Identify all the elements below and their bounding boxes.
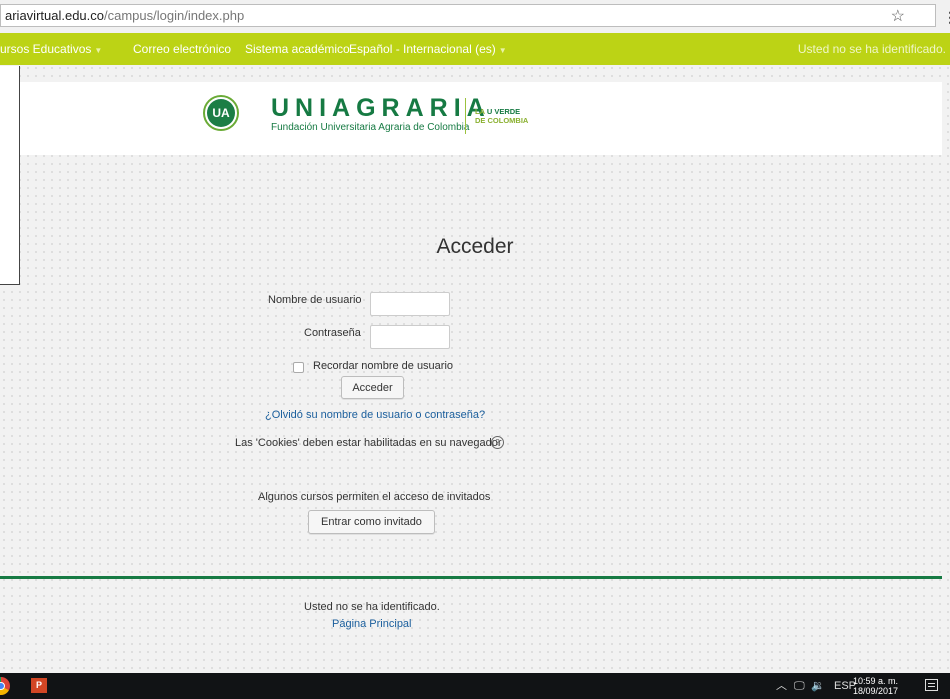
- clock-time: 10:59 a. m.: [853, 676, 899, 686]
- url-host: ariavirtual.edu.co: [5, 8, 104, 23]
- brand-subtitle: Fundación Universitaria Agraria de Colom…: [271, 122, 470, 133]
- login-button[interactable]: Acceder: [341, 376, 404, 399]
- username-label: Nombre de usuario: [268, 294, 362, 306]
- login-status: Usted no se ha identificado.: [797, 42, 946, 56]
- username-input[interactable]: [370, 292, 450, 316]
- remember-username-checkbox[interactable]: [293, 362, 304, 373]
- volume-icon[interactable]: 🔉: [811, 673, 825, 699]
- clock[interactable]: 10:59 a. m. 18/09/2017: [853, 676, 898, 696]
- logo-banner: UA UNIAGRARIA Fundación Universitaria Ag…: [0, 82, 942, 155]
- chevron-up-icon[interactable]: ︿: [776, 673, 787, 699]
- nav-item-language[interactable]: Español - Internacional (es) ▼: [349, 33, 507, 67]
- taskbar: P ︿ 🖵 🔉 ESP 10:59 a. m. 18/09/2017: [0, 673, 950, 699]
- browser-toolbar: ariavirtual.edu.co/campus/login/index.ph…: [0, 0, 950, 34]
- chrome-taskbar-icon[interactable]: [0, 677, 10, 695]
- password-label: Contraseña: [304, 327, 361, 339]
- nav-item-cursos-educativos[interactable]: ursos Educativos ▼: [0, 33, 102, 67]
- footer-login-status: Usted no se ha identificado.: [304, 601, 440, 613]
- forgot-password-link[interactable]: ¿Olvidó su nombre de usuario o contraseñ…: [265, 409, 485, 421]
- logo-mark: UA: [207, 99, 235, 127]
- uniagraria-logo[interactable]: UA: [203, 95, 239, 131]
- bookmark-star-icon[interactable]: ☆: [891, 7, 905, 27]
- brand-divider: [465, 98, 466, 134]
- nav-item-correo[interactable]: Correo electrónico: [133, 33, 231, 65]
- browser-menu-icon[interactable]: ⋮: [943, 7, 950, 27]
- footer-divider: [0, 576, 942, 579]
- powerpoint-taskbar-icon[interactable]: P: [31, 678, 47, 693]
- guest-access-notice: Algunos cursos permiten el acceso de inv…: [258, 491, 491, 503]
- guest-login-button[interactable]: Entrar como invitado: [308, 510, 435, 534]
- network-icon[interactable]: 🖵: [794, 673, 805, 699]
- cookies-notice: Las 'Cookies' deben estar habilitadas en…: [235, 437, 502, 449]
- top-navbar: ursos Educativos ▼ Correo electrónico Sis…: [0, 33, 950, 65]
- brand-tagline: LA U VERDE DE COLOMBIA: [475, 107, 529, 125]
- clock-date: 18/09/2017: [853, 686, 899, 696]
- caret-down-icon: ▼: [498, 46, 507, 55]
- help-icon[interactable]: ?: [491, 436, 504, 449]
- notification-center-icon[interactable]: [925, 679, 938, 691]
- address-bar[interactable]: ariavirtual.edu.co/campus/login/index.ph…: [0, 4, 950, 27]
- brand-name: UNIAGRARIA: [271, 94, 491, 122]
- url-path: /campus/login/index.php: [104, 8, 245, 23]
- home-page-link[interactable]: Página Principal: [332, 618, 412, 630]
- remember-username-label[interactable]: Recordar nombre de usuario: [313, 360, 453, 372]
- nav-item-sistema-academico[interactable]: Sistema académico: [245, 33, 350, 65]
- page-title: Acceder: [436, 235, 514, 258]
- caret-down-icon: ▼: [94, 46, 103, 55]
- password-input[interactable]: [370, 325, 450, 349]
